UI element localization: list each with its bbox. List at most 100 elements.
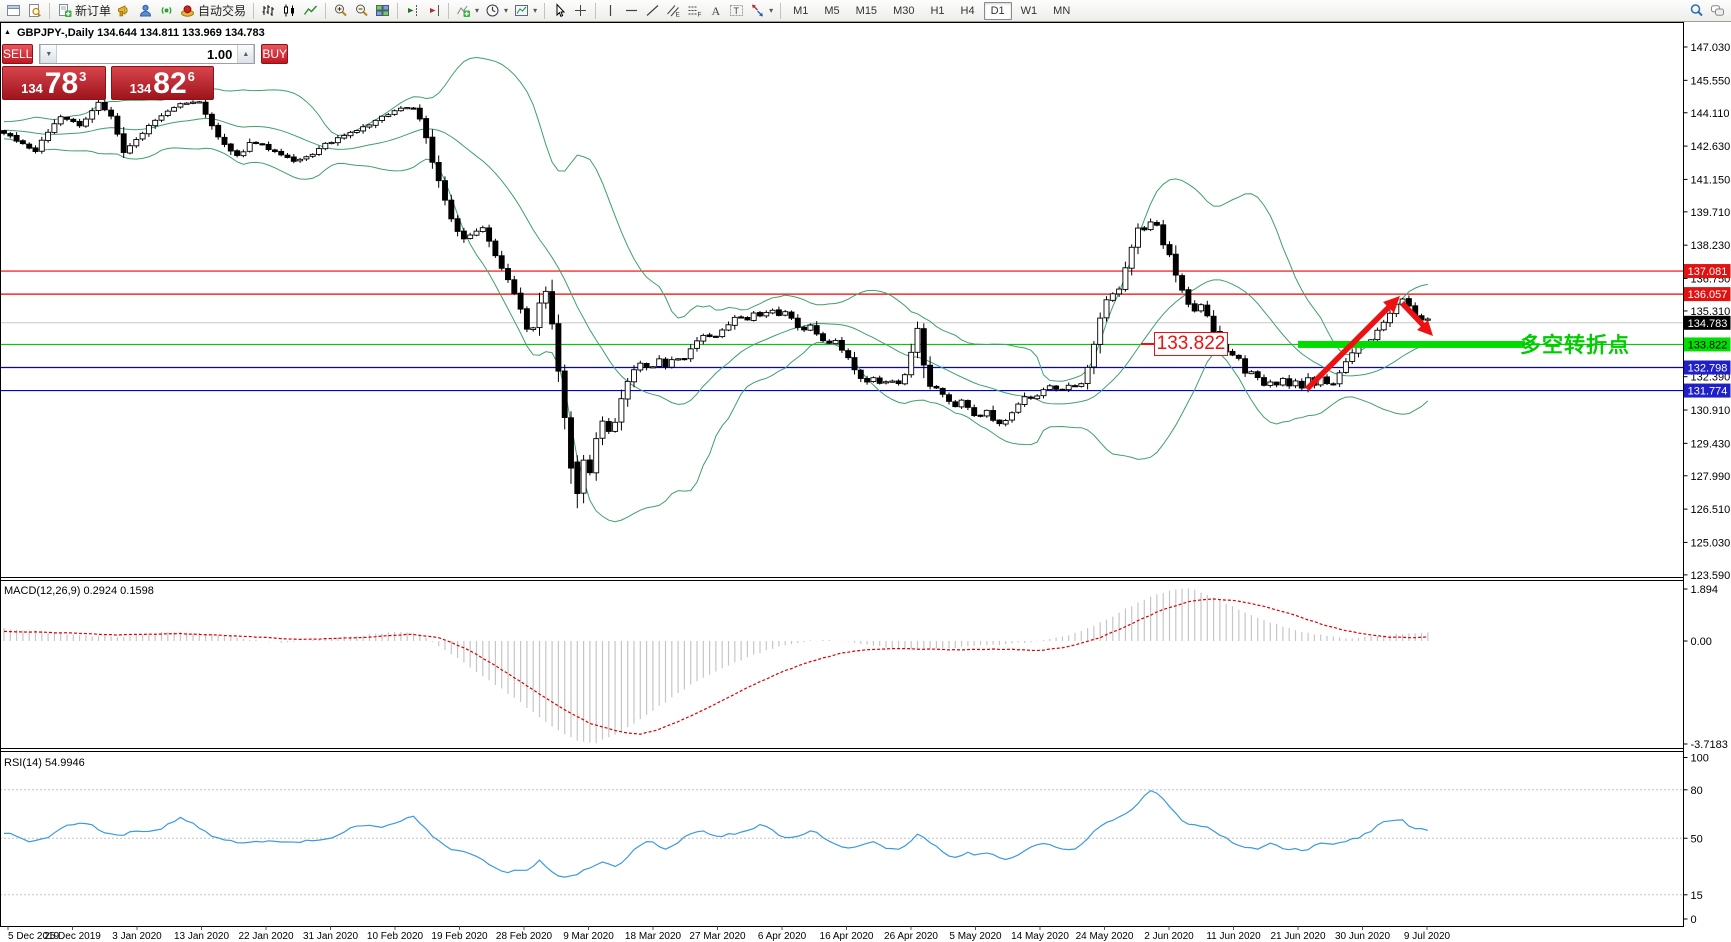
timeframe-button-m1[interactable]: M1	[786, 2, 815, 20]
text-button[interactable]: A	[705, 1, 726, 20]
zoom-in-button[interactable]	[330, 1, 351, 20]
svg-text:3 Jan 2020: 3 Jan 2020	[112, 931, 162, 942]
new-order-button[interactable]: 新订单	[54, 1, 114, 20]
templates-button[interactable]: ▾	[511, 1, 540, 20]
cursor-button[interactable]	[549, 1, 570, 20]
toolbar-separator	[325, 2, 327, 19]
price-level-label[interactable]: 133.822	[1154, 332, 1228, 356]
channel-icon: E	[666, 3, 681, 18]
search-button[interactable]	[1686, 1, 1707, 20]
horizontal-line-button[interactable]	[621, 1, 642, 20]
crosshair-button[interactable]	[570, 1, 591, 20]
text-icon: A	[708, 3, 723, 18]
chart-preview-button[interactable]	[24, 1, 45, 20]
svg-text:31 Jan 2020: 31 Jan 2020	[303, 931, 358, 942]
text-label-button[interactable]: T	[726, 1, 747, 20]
svg-text:E: E	[676, 12, 681, 19]
periods-clock-button[interactable]: ▾	[482, 1, 511, 20]
turning-point-annotation[interactable]: 多空转折点	[1520, 329, 1630, 359]
autotrade-button-label: 自动交易	[198, 4, 247, 18]
svg-text:13 Jan 2020: 13 Jan 2020	[174, 931, 229, 942]
window-button[interactable]	[3, 1, 24, 20]
svg-text:19 Feb 2020: 19 Feb 2020	[431, 931, 488, 942]
vertical-line-button[interactable]	[600, 1, 621, 20]
fibonacci-button[interactable]: F	[684, 1, 705, 20]
svg-text:50: 50	[1691, 833, 1703, 845]
chart-area[interactable]: 147.030 145.550 144.110 142.630 141.150 139.7…	[0, 0, 1731, 942]
macd-axis[interactable]: 1.894 0.00 -3.7183	[1683, 584, 1728, 751]
signals-button[interactable]	[156, 1, 177, 20]
channel-button[interactable]: E	[663, 1, 684, 20]
chart-canvas[interactable]: 147.030 145.550 144.110 142.630 141.150 139.7…	[0, 0, 1731, 942]
svg-text:14 May 2020: 14 May 2020	[1011, 931, 1069, 942]
buy-button[interactable]: BUY	[261, 44, 289, 64]
autotrade-button[interactable]: 自动交易	[177, 1, 249, 20]
bar-chart-button[interactable]	[258, 1, 279, 20]
highlight-zone[interactable]	[1298, 340, 1525, 348]
date-axis[interactable]: 5 Dec 201925 Dec 2019 3 Jan 2020 13 Jan 20…	[7, 926, 1451, 942]
timeframe-button-m5[interactable]: M5	[817, 2, 846, 20]
toolbar-separator	[253, 2, 255, 19]
toolbar-separator	[448, 2, 450, 19]
svg-text:123.590: 123.590	[1691, 570, 1731, 582]
svg-text:A: A	[712, 4, 721, 18]
candlestick-chart-button[interactable]	[279, 1, 300, 20]
timeframe-button-m30[interactable]: M30	[886, 2, 921, 20]
broadcast-icon	[117, 3, 132, 18]
line-chart-icon	[303, 3, 318, 18]
svg-text:9 Mar 2020: 9 Mar 2020	[563, 931, 614, 942]
timeframe-button-h1[interactable]: H1	[923, 2, 951, 20]
line-chart-button[interactable]	[300, 1, 321, 20]
svg-text:15: 15	[1691, 890, 1703, 902]
periods-clock-icon	[485, 3, 500, 18]
rsi-axis[interactable]: 100 80 50 15 0	[1683, 753, 1709, 927]
zoom-out-button[interactable]	[351, 1, 372, 20]
pane-borders	[0, 22, 1684, 927]
buy-price-sup: 6	[187, 69, 195, 84]
toolbar-separator	[49, 2, 50, 19]
volume-input[interactable]	[57, 45, 238, 63]
buy-price-display[interactable]: 134 82 6	[110, 66, 214, 100]
chart-shift-icon	[405, 3, 420, 18]
svg-text:127.990: 127.990	[1691, 471, 1731, 483]
svg-text:22 Jan 2020: 22 Jan 2020	[238, 931, 293, 942]
indicators-button[interactable]: ▾	[453, 1, 482, 20]
svg-text:139.710: 139.710	[1691, 207, 1731, 219]
auto-scroll-icon	[426, 3, 441, 18]
broadcast-button[interactable]	[114, 1, 135, 20]
timeframe-button-m15[interactable]: M15	[849, 2, 884, 20]
horizontal-line-icon	[624, 3, 639, 18]
svg-text:144.110: 144.110	[1691, 108, 1730, 120]
auto-scroll-button[interactable]	[423, 1, 444, 20]
symbol-ohlc-line: ▲ GBPJPY-,Daily 134.644 134.811 133.969 …	[4, 27, 265, 39]
svg-text:27 Mar 2020: 27 Mar 2020	[689, 931, 746, 942]
chat-button[interactable]	[1707, 1, 1728, 20]
price-axis[interactable]: 147.030 145.550 144.110 142.630 141.150 139.7…	[1683, 42, 1731, 582]
new-order-button-label: 新订单	[75, 4, 112, 18]
svg-text:24 May 2020: 24 May 2020	[1076, 931, 1134, 942]
volume-increase-button[interactable]: ▲	[237, 45, 255, 63]
svg-text:0: 0	[1691, 914, 1697, 926]
timeframe-button-d1[interactable]: D1	[983, 1, 1012, 20]
chevron-down-icon: ▾	[769, 6, 774, 15]
community-button[interactable]	[135, 1, 156, 20]
chart-shift-button[interactable]	[402, 1, 423, 20]
timeframe-button-w1[interactable]: W1	[1014, 2, 1045, 20]
chevron-down-icon: ▾	[504, 6, 509, 15]
svg-text:137.081: 137.081	[1688, 266, 1728, 278]
volume-decrease-button[interactable]: ▼	[40, 45, 58, 63]
timeframe-button-mn[interactable]: MN	[1046, 2, 1077, 20]
price-level-dash	[1141, 343, 1154, 345]
symbol-name: GBPJPY-,Daily	[17, 27, 95, 39]
autotrade-icon	[180, 3, 195, 18]
toolbar-separator	[595, 2, 597, 19]
sell-button[interactable]: SELL	[2, 44, 34, 64]
trendline-button[interactable]	[642, 1, 663, 20]
sell-price-display[interactable]: 134 78 3	[2, 66, 106, 100]
svg-text:138.230: 138.230	[1691, 240, 1731, 252]
tile-windows-button[interactable]	[372, 1, 393, 20]
timeframe-button-h4[interactable]: H4	[954, 2, 982, 20]
bar-chart-icon	[261, 3, 276, 18]
window-icon	[6, 3, 21, 18]
arrows-draw-button[interactable]: ▾	[747, 1, 776, 20]
